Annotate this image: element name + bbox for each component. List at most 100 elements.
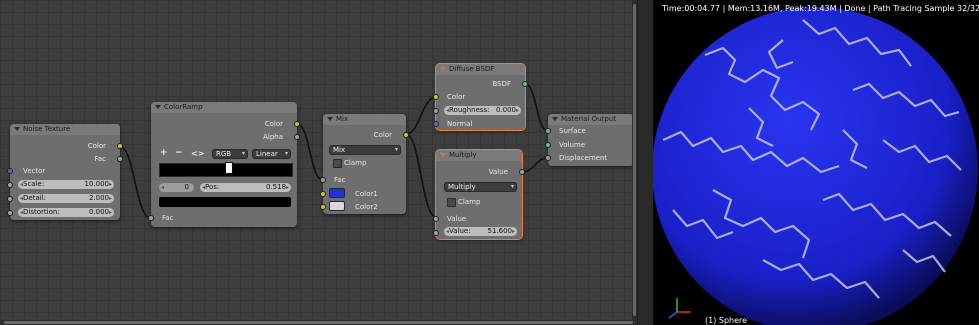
- diffuse-bsdf-header[interactable]: Diffuse BSDF: [436, 64, 525, 75]
- increment-arrow-icon[interactable]: ▸: [109, 180, 112, 189]
- input-volume-socket[interactable]: [545, 142, 551, 148]
- dropdown-arrow-icon: ▾: [510, 183, 514, 190]
- output-bsdf-socket[interactable]: [522, 81, 528, 87]
- value-field[interactable]: ◂ Value: 51.600 ▸: [444, 227, 517, 236]
- output-color-label: Color: [87, 142, 106, 150]
- output-alpha-socket[interactable]: [294, 134, 300, 140]
- math-operation-dropdown[interactable]: Multiply ▾: [444, 182, 517, 192]
- output-color-label: Color: [264, 120, 283, 128]
- color-mode-dropdown[interactable]: RGB ▾: [212, 149, 248, 159]
- input-color-socket[interactable]: [433, 94, 439, 100]
- collapse-icon[interactable]: [440, 153, 446, 157]
- input-vector-label: Vector: [23, 167, 46, 175]
- active-object-name: (1) Sphere: [705, 316, 748, 325]
- clamp-checkbox[interactable]: [333, 159, 342, 168]
- flip-ramp-button[interactable]: <>: [191, 149, 204, 158]
- input-color1-socket[interactable]: [320, 191, 326, 197]
- output-alpha-label: Alpha: [263, 133, 283, 141]
- output-value-socket[interactable]: [519, 169, 525, 175]
- mix-header[interactable]: Mix: [323, 114, 406, 125]
- node-title: Noise Texture: [23, 125, 71, 133]
- color1-swatch[interactable]: [329, 188, 345, 198]
- interpolation-dropdown[interactable]: Linear ▾: [252, 149, 291, 159]
- detail-field[interactable]: ◂ Detail: 2.000 ▸: [18, 194, 114, 203]
- decrement-arrow-icon[interactable]: ◂: [20, 208, 23, 217]
- input-value2-socket[interactable]: [433, 230, 439, 236]
- decrement-arrow-icon[interactable]: ◂: [20, 194, 23, 203]
- clamp-label: Clamp: [458, 198, 481, 206]
- input-normal-socket[interactable]: [433, 121, 439, 127]
- increment-arrow-icon[interactable]: ▸: [109, 194, 112, 203]
- color-ramp-header[interactable]: ColorRamp: [151, 102, 297, 113]
- input-value-socket[interactable]: [433, 216, 439, 222]
- dropdown-arrow-icon: ▾: [394, 146, 398, 153]
- input-fac-label: Fac: [162, 214, 174, 222]
- material-output-node[interactable]: Material Output Surface Volume Displacem…: [545, 114, 634, 166]
- output-color-label: Color: [373, 131, 392, 139]
- input-surface-label: Surface: [559, 127, 586, 135]
- render-preview: [653, 7, 978, 325]
- remove-stop-button[interactable]: −: [175, 148, 183, 158]
- decrement-arrow-icon[interactable]: ◂: [161, 183, 164, 192]
- material-output-header[interactable]: Material Output: [548, 114, 634, 125]
- distortion-field[interactable]: ◂ Distortion: 0.000 ▸: [18, 208, 114, 217]
- input-surface-socket[interactable]: [545, 128, 551, 134]
- decrement-arrow-icon[interactable]: ◂: [20, 180, 23, 189]
- horizontal-scrollbar[interactable]: [0, 320, 637, 325]
- scale-field[interactable]: ◂ Scale: 10.000 ▸: [18, 180, 114, 189]
- noise-texture-header[interactable]: Noise Texture: [10, 124, 120, 135]
- input-color2-label: Color2: [355, 203, 378, 211]
- stop-index-field[interactable]: ◂ 0: [159, 183, 194, 192]
- input-vector-socket[interactable]: [7, 168, 13, 174]
- node-title: Mix: [336, 115, 349, 123]
- node-title: Material Output: [561, 115, 616, 123]
- scrollbar-thumb[interactable]: [633, 4, 636, 316]
- color-ramp-node[interactable]: ColorRamp Color Alpha + − <> RGB ▾ Linear…: [148, 102, 300, 227]
- collapse-icon[interactable]: [14, 127, 20, 131]
- decrement-arrow-icon[interactable]: ◂: [446, 106, 449, 115]
- node-title: ColorRamp: [164, 103, 203, 111]
- input-fac-socket[interactable]: [148, 215, 154, 221]
- render-stats: Time:00:04.77 | Mem:13.16M, Peak:19.43M …: [662, 4, 979, 13]
- decrement-arrow-icon[interactable]: ◂: [446, 227, 449, 236]
- collapse-icon[interactable]: [440, 67, 446, 71]
- diffuse-bsdf-node[interactable]: Diffuse BSDF BSDF Color ◂ Roughness: 0.000…: [433, 63, 528, 131]
- input-displacement-socket[interactable]: [545, 155, 551, 161]
- increment-arrow-icon[interactable]: ▸: [286, 183, 289, 192]
- math-multiply-node[interactable]: Multiply Value Multiply ▾ Clamp Value ◂ Va…: [433, 149, 525, 240]
- node-title: Diffuse BSDF: [449, 65, 495, 73]
- output-fac-socket[interactable]: [117, 156, 123, 162]
- collapse-icon[interactable]: [327, 117, 333, 121]
- add-stop-button[interactable]: +: [160, 148, 168, 158]
- increment-arrow-icon[interactable]: ▸: [516, 106, 519, 115]
- output-color-socket[interactable]: [117, 143, 123, 149]
- decrement-arrow-icon[interactable]: ◂: [202, 183, 205, 192]
- clamp-checkbox[interactable]: [447, 198, 456, 207]
- input-color2-socket[interactable]: [320, 204, 326, 210]
- scrollbar-thumb[interactable]: [4, 321, 633, 324]
- increment-arrow-icon[interactable]: ▸: [109, 208, 112, 217]
- input-fac-socket[interactable]: [320, 177, 326, 183]
- input-roughness-socket[interactable]: [433, 108, 439, 114]
- input-normal-label: Normal: [447, 120, 473, 128]
- multiply-header[interactable]: Multiply: [436, 150, 522, 161]
- mix-rgb-node[interactable]: Mix Color Mix ▾ Clamp Fac Color1 Color2: [320, 114, 409, 214]
- blend-type-dropdown[interactable]: Mix ▾: [329, 145, 401, 155]
- color2-swatch[interactable]: [329, 201, 345, 211]
- input-distortion-socket[interactable]: [7, 210, 13, 216]
- input-scale-socket[interactable]: [7, 182, 13, 188]
- output-value-label: Value: [488, 168, 508, 176]
- output-color-socket[interactable]: [294, 121, 300, 127]
- node-editor[interactable]: Noise Texture Color Fac Vector ◂ Scale: 10…: [0, 0, 637, 325]
- input-detail-socket[interactable]: [7, 196, 13, 202]
- roughness-field[interactable]: ◂ Roughness: 0.000 ▸: [444, 106, 521, 115]
- increment-arrow-icon[interactable]: ▸: [512, 227, 515, 236]
- collapse-icon[interactable]: [155, 105, 161, 109]
- ramp-stop-handle[interactable]: [225, 162, 233, 174]
- noise-texture-node[interactable]: Noise Texture Color Fac Vector ◂ Scale: 10…: [7, 124, 123, 220]
- output-color-socket[interactable]: [403, 132, 409, 138]
- 3d-viewport[interactable]: Time:00:04.77 | Mem:13.16M, Peak:19.43M …: [653, 0, 979, 325]
- collapse-icon[interactable]: [552, 117, 558, 121]
- stop-position-field[interactable]: ◂ Pos: 0.518 ▸: [200, 183, 291, 192]
- stop-color-swatch[interactable]: [159, 197, 291, 207]
